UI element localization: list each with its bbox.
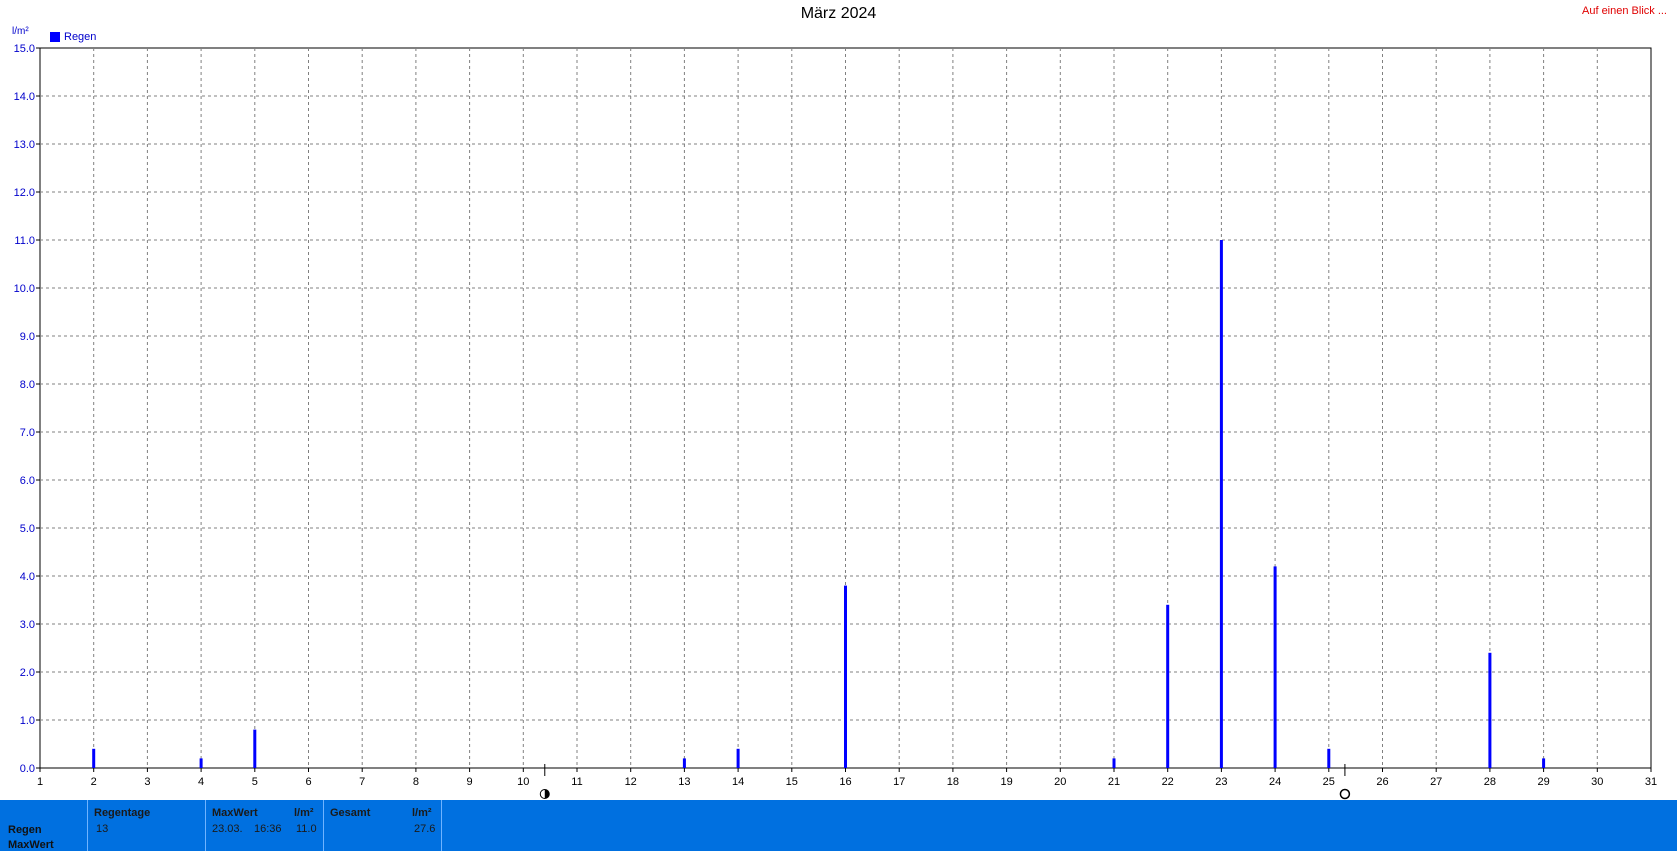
- rain-bar: [1273, 566, 1277, 768]
- rain-bar: [1166, 604, 1170, 768]
- statistics-footer: Regen MaxWert Regentage 13 MaxWert l/m² …: [0, 800, 1677, 851]
- y-tick-label: 11.0: [14, 235, 35, 247]
- rain-bar: [1488, 652, 1492, 768]
- y-tick-label: 7.0: [20, 427, 35, 439]
- x-tick-label: 14: [732, 776, 744, 788]
- y-tick-label: 12.0: [14, 187, 35, 199]
- gesamt-unit: l/m²: [412, 807, 432, 819]
- maxwert-cell: MaxWert l/m² 23.03. 16:36 11.0: [206, 800, 324, 851]
- rain-bar: [92, 748, 96, 768]
- x-tick-label: 23: [1215, 776, 1227, 788]
- y-tick-label: 10.0: [14, 283, 35, 295]
- x-tick-label: 7: [359, 776, 365, 788]
- y-tick-label: 13.0: [14, 139, 35, 151]
- x-tick-label: 25: [1323, 776, 1335, 788]
- y-tick-label: 5.0: [20, 523, 35, 535]
- y-tick-label: 15.0: [14, 43, 35, 55]
- y-tick-label: 8.0: [20, 379, 35, 391]
- x-tick-label: 27: [1430, 776, 1442, 788]
- x-tick-label: 18: [947, 776, 959, 788]
- rain-bar: [1327, 748, 1331, 768]
- x-tick-label: 19: [1000, 776, 1012, 788]
- rain-bar: [1542, 758, 1546, 768]
- x-tick-label: 1: [37, 776, 43, 788]
- x-tick-label: 11: [571, 776, 582, 788]
- y-tick-label: 14.0: [14, 91, 35, 103]
- new-moon-icon: [1339, 788, 1351, 800]
- gesamt-value: 27.6: [414, 823, 436, 835]
- maxwert-unit: l/m²: [294, 807, 314, 819]
- rain-bar: [736, 748, 740, 768]
- rain-bar: [1112, 758, 1116, 768]
- rain-chart: 0.01.02.03.04.05.06.07.08.09.010.011.012…: [14, 43, 1657, 800]
- regentage-cell: Regentage 13: [88, 800, 206, 851]
- rain-bar: [1219, 240, 1223, 768]
- x-tick-label: 6: [305, 776, 311, 788]
- x-tick-label: 13: [678, 776, 690, 788]
- rain-bar: [199, 758, 203, 768]
- x-tick-label: 31: [1645, 776, 1657, 788]
- y-tick-label: 4.0: [20, 571, 35, 583]
- x-tick-label: 21: [1108, 776, 1120, 788]
- gesamt-cell: Gesamt l/m² 27.6: [324, 800, 442, 851]
- x-tick-label: 2: [91, 776, 97, 788]
- y-tick-label: 9.0: [20, 331, 35, 343]
- y-tick-label: 1.0: [20, 715, 35, 727]
- x-tick-label: 16: [839, 776, 851, 788]
- x-tick-label: 17: [893, 776, 905, 788]
- x-tick-label: 3: [144, 776, 150, 788]
- y-tick-label: 0.0: [20, 763, 35, 775]
- x-tick-label: 10: [517, 776, 529, 788]
- rain-bar: [682, 758, 686, 768]
- maxwert-date: 23.03.: [212, 823, 243, 835]
- x-tick-label: 5: [252, 776, 258, 788]
- rain-bar: [844, 585, 847, 768]
- x-tick-label: 4: [198, 776, 204, 788]
- x-tick-label: 24: [1269, 776, 1281, 788]
- x-tick-label: 30: [1591, 776, 1603, 788]
- y-tick-label: 6.0: [20, 475, 35, 487]
- x-tick-label: 15: [786, 776, 798, 788]
- regentage-header: Regentage: [94, 807, 151, 819]
- x-tick-label: 8: [413, 776, 419, 788]
- regentage-value: 13: [96, 823, 109, 835]
- maxwert-value: 11.0: [296, 823, 317, 835]
- gesamt-header: Gesamt: [330, 807, 371, 819]
- x-tick-label: 12: [625, 776, 637, 788]
- x-tick-label: 9: [467, 776, 473, 788]
- x-tick-label: 26: [1376, 776, 1388, 788]
- rain-bar: [253, 729, 257, 768]
- y-tick-label: 3.0: [20, 619, 35, 631]
- x-tick-label: 28: [1484, 776, 1496, 788]
- maxwert-header: MaxWert: [212, 807, 258, 819]
- x-tick-label: 22: [1162, 776, 1174, 788]
- footer-label-cell: [0, 800, 88, 851]
- y-tick-label: 2.0: [20, 667, 35, 679]
- x-tick-label: 29: [1537, 776, 1549, 788]
- x-tick-label: 20: [1054, 776, 1066, 788]
- maxwert-time: 16:36: [254, 823, 282, 835]
